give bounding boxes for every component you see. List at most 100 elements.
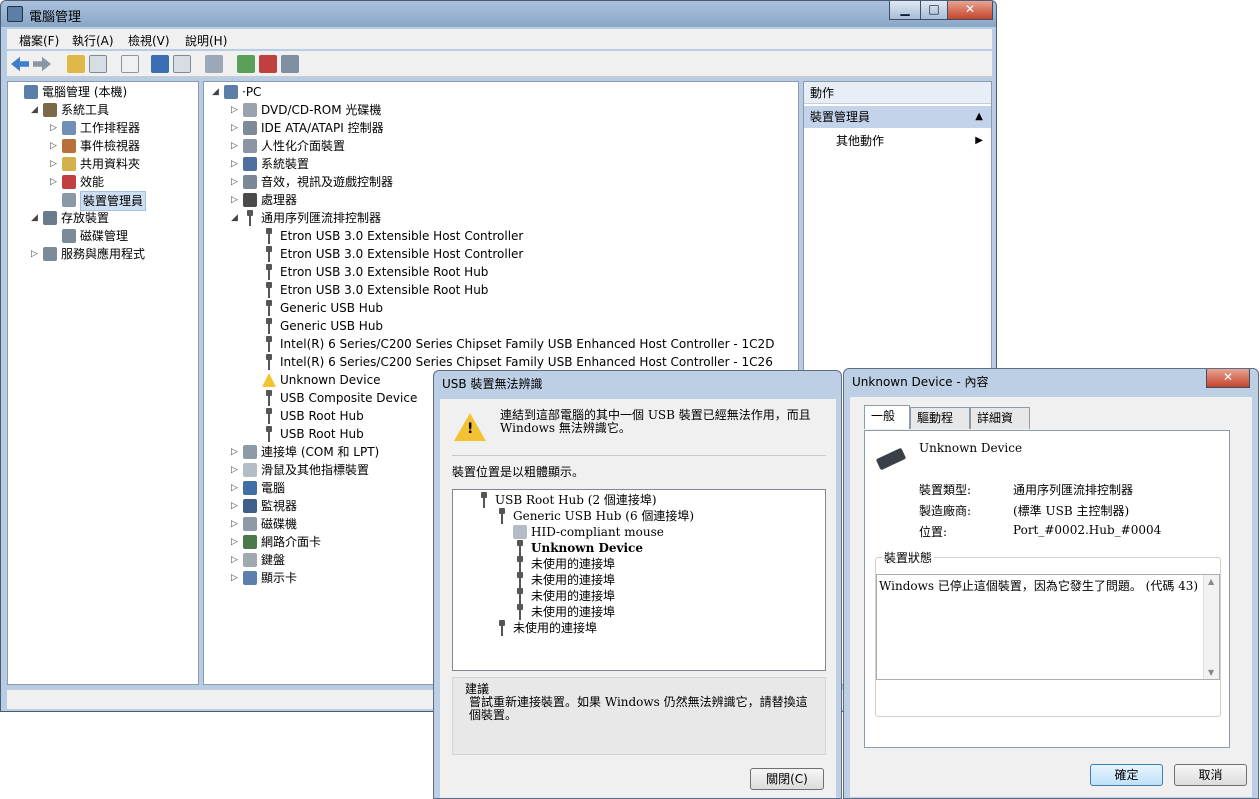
display-adapter-icon (243, 571, 257, 585)
close-button[interactable]: ✕ (947, 1, 993, 20)
show-action-pane-icon[interactable] (173, 55, 191, 73)
field-value-location: Port_#0002.Hub_#0004 (1013, 523, 1162, 537)
close-dialog-button[interactable]: 關閉(C) (750, 768, 824, 790)
usb-icon (515, 572, 525, 588)
expand-twisty-icon[interactable]: ▷ (231, 497, 241, 515)
expand-twisty-icon[interactable]: ▷ (50, 173, 60, 191)
console-tree-item-label: 磁碟管理 (80, 229, 129, 243)
forward-icon[interactable] (33, 56, 51, 72)
expand-twisty-icon[interactable]: ▷ (231, 191, 241, 209)
suggestion-text: 嘗試重新連接裝置。如果 Windows 仍然無法辨識它，請替換這個裝置。 (469, 695, 808, 722)
usb-device-tree[interactable]: USB Root Hub (2 個連接埠) Generic USB Hub (6 … (452, 489, 826, 671)
tab-driver[interactable]: 驅動程式 (910, 407, 970, 445)
dvd-icon (243, 103, 257, 117)
tab-details[interactable]: 詳細資料 (970, 407, 1030, 445)
menu-help[interactable]: 說明(H) (185, 32, 227, 49)
disable-icon[interactable] (281, 55, 299, 73)
console-tree: 電腦管理 (本機) ◢ 系統工具 ▷ 工作排程器 ▷ 事件檢視器 ▷ 共用資料夾 ▷ 效能 裝置管理員… (7, 81, 199, 685)
expand-twisty-icon[interactable]: ▷ (231, 569, 241, 587)
field-value-type: 通用序列匯流排控制器 (1013, 483, 1134, 497)
help-icon[interactable] (151, 55, 169, 73)
device-tree-item-label: Etron USB 3.0 Extensible Host Controller (280, 247, 524, 261)
cancel-button[interactable]: 取消 (1174, 764, 1247, 786)
tab-general[interactable]: 一般 (864, 405, 910, 429)
scan-hardware-icon[interactable] (205, 55, 223, 73)
device-tree-item-label: Etron USB 3.0 Extensible Root Hub (280, 265, 489, 279)
device-tree-item-label: Etron USB 3.0 Extensible Root Hub (280, 283, 489, 297)
expand-twisty-icon[interactable]: ▷ (231, 479, 241, 497)
menu-file[interactable]: 檔案(F) (19, 32, 59, 49)
back-icon[interactable] (11, 56, 29, 72)
status-textbox[interactable]: Windows 已停止這個裝置，因為它發生了問題。 (代碼 43) ▲ ▼ (876, 574, 1220, 680)
expand-twisty-icon[interactable]: ▷ (231, 551, 241, 569)
collapse-icon[interactable]: ▲ (975, 106, 983, 128)
uninstall-icon[interactable] (259, 55, 277, 73)
up-folder-icon[interactable] (67, 55, 85, 73)
usb-icon (264, 390, 274, 406)
expand-twisty-icon[interactable]: ▷ (231, 443, 241, 461)
status-scrollbar[interactable]: ▲ ▼ (1203, 575, 1219, 679)
port-icon (243, 445, 257, 459)
field-label-location: 位置: (919, 525, 948, 539)
console-tree-item-label: 裝置管理員 (80, 191, 147, 211)
collapse-twisty-icon[interactable]: ◢ (31, 209, 41, 227)
monitor-icon (243, 499, 257, 513)
console-tree-item-label: 系統工具 (61, 103, 110, 117)
menu-action[interactable]: 執行(A) (72, 32, 114, 49)
expand-twisty-icon[interactable]: ▷ (50, 137, 60, 155)
menu-bar: 檔案(F) 執行(A) 檢視(V) 說明(H) (7, 29, 992, 49)
title-bar[interactable]: 電腦管理 ▁ □ ✕ (1, 1, 996, 27)
device-tree-item-label: 連接埠 (COM 和 LPT) (261, 445, 380, 459)
device-tree-item-label: DVD/CD-ROM 光碟機 (261, 103, 382, 117)
expand-twisty-icon[interactable]: ▷ (231, 101, 241, 119)
more-actions-item[interactable]: 其他動作 ▶ (804, 130, 991, 152)
minimize-button[interactable]: ▁ (889, 1, 921, 20)
device-tree-item-label: USB Root Hub (280, 427, 364, 441)
usb-icon (264, 318, 274, 334)
expand-twisty-icon[interactable]: ▷ (31, 245, 41, 263)
pc-icon (224, 85, 238, 99)
scroll-up-icon[interactable]: ▲ (1208, 577, 1214, 586)
actions-section-device-manager[interactable]: 裝置管理員 ▲ (804, 106, 991, 128)
expand-twisty-icon[interactable]: ▷ (231, 155, 241, 173)
properties-close-button[interactable]: ✕ (1206, 369, 1250, 388)
storage-icon (43, 211, 57, 225)
properties-icon[interactable] (121, 55, 139, 73)
usb-icon (515, 556, 525, 572)
usb-dialog-title[interactable]: USB 裝置無法辨識 (434, 371, 841, 397)
scroll-down-icon[interactable]: ▼ (1208, 668, 1214, 677)
device-tree-item-label: Generic USB Hub (280, 319, 384, 333)
submenu-arrow-icon: ▶ (975, 135, 983, 146)
maximize-button[interactable]: □ (920, 1, 948, 20)
properties-dialog-title[interactable]: Unknown Device - 內容 (844, 369, 1258, 395)
expand-twisty-icon[interactable]: ▷ (231, 533, 241, 551)
show-hide-tree-icon[interactable] (89, 55, 107, 73)
event-viewer-icon (62, 139, 76, 153)
expand-twisty-icon[interactable]: ▷ (50, 155, 60, 173)
warning-icon (262, 373, 276, 387)
device-tree-item-label: 滑鼠及其他指標裝置 (261, 463, 370, 477)
warning-mark: ! (467, 421, 474, 437)
disk-drive-icon (243, 517, 257, 531)
device-tree-item-label: Etron USB 3.0 Extensible Host Controller (280, 229, 524, 243)
expand-twisty-icon[interactable]: ▷ (231, 461, 241, 479)
update-driver-icon[interactable] (237, 55, 255, 73)
general-tab-panel: Unknown Device 裝置類型: 通用序列匯流排控制器 製造廠商: (標… (864, 430, 1230, 748)
suggestion-box: 建議 嘗試重新連接裝置。如果 Windows 仍然無法辨識它，請替換這個裝置。 (452, 677, 826, 755)
menu-view[interactable]: 檢視(V) (128, 32, 170, 49)
usb-dialog-body: ! 連結到這部電腦的其中一個 USB 裝置已經無法作用，而且 Windows 無… (440, 399, 836, 798)
usb-icon (515, 588, 525, 604)
task-scheduler-icon (62, 121, 76, 135)
expand-twisty-icon[interactable]: ▷ (50, 119, 60, 137)
expand-twisty-icon[interactable]: ▷ (231, 515, 241, 533)
usb-icon (497, 620, 507, 636)
collapse-twisty-icon[interactable]: ◢ (212, 83, 222, 101)
usb-icon (515, 540, 525, 556)
ok-button[interactable]: 確定 (1090, 764, 1163, 786)
usb-icon (264, 354, 274, 370)
expand-twisty-icon[interactable]: ▷ (231, 173, 241, 191)
expand-twisty-icon[interactable]: ▷ (231, 119, 241, 137)
collapse-twisty-icon[interactable]: ◢ (31, 101, 41, 119)
collapse-twisty-icon[interactable]: ◢ (231, 209, 241, 227)
expand-twisty-icon[interactable]: ▷ (231, 137, 241, 155)
